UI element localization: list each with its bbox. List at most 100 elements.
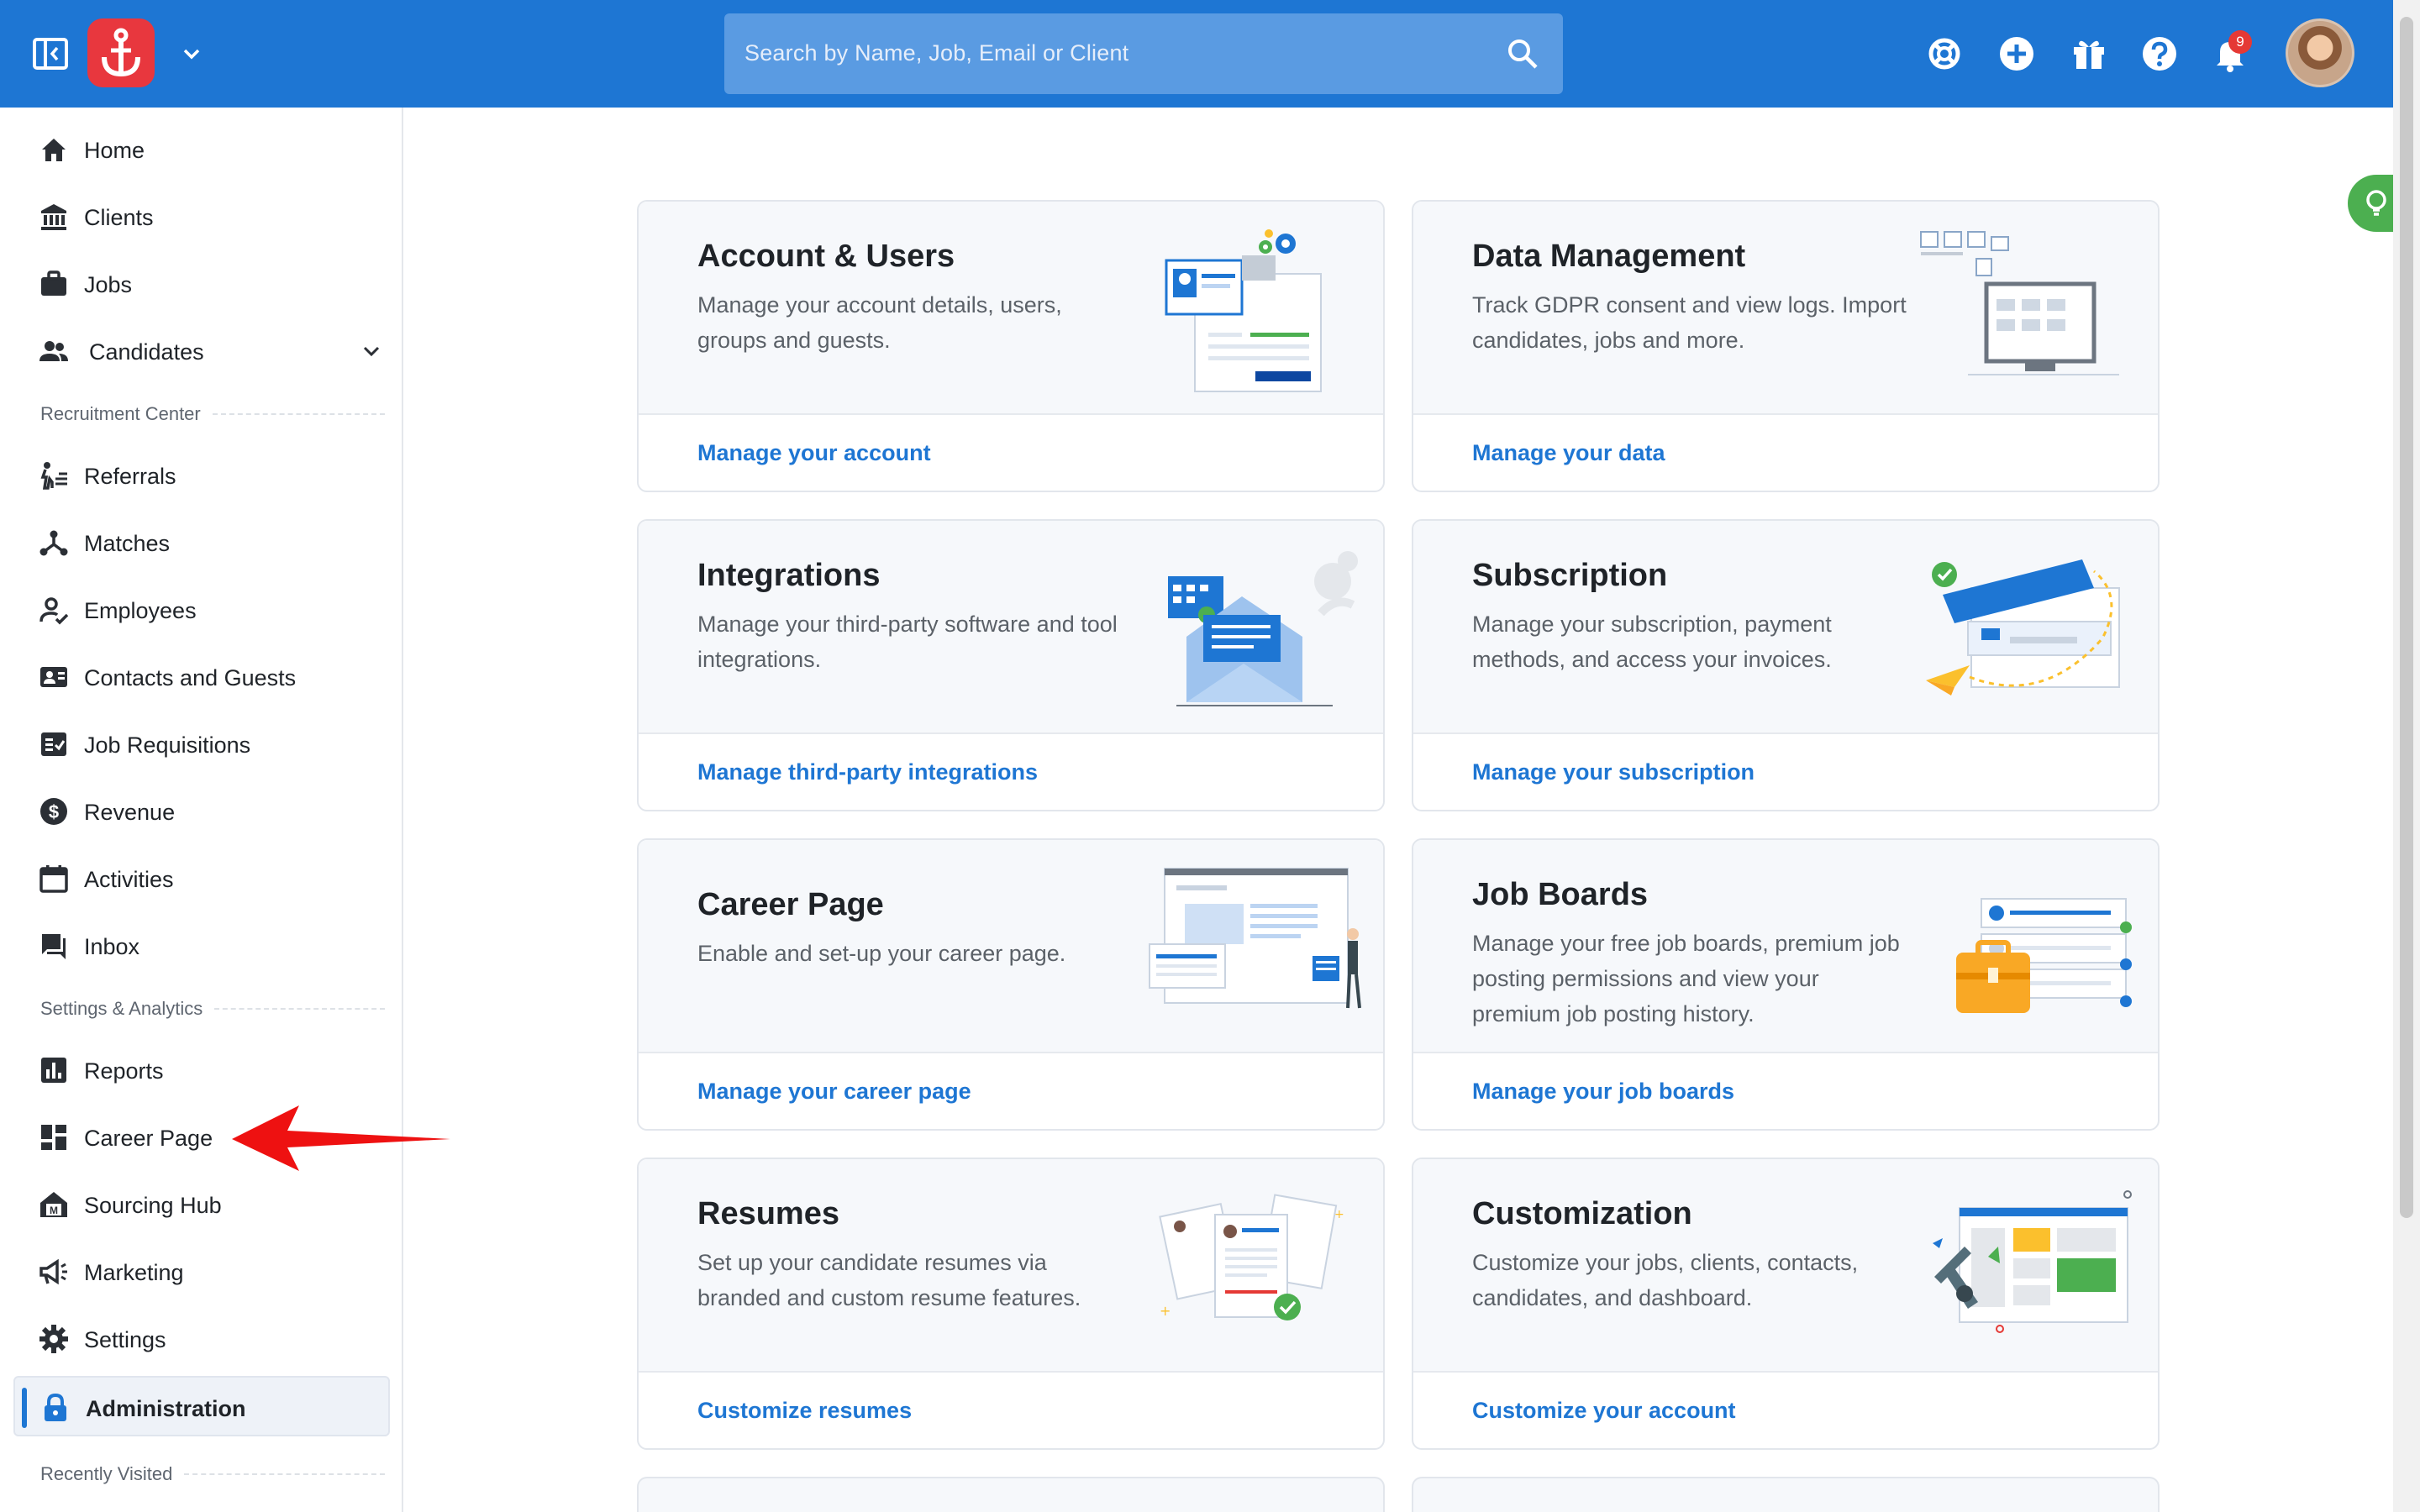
sidebar-item-activities[interactable]: Activities — [13, 848, 390, 909]
dollar-icon: $ — [40, 798, 67, 825]
sidebar-item-jobs[interactable]: Jobs — [13, 254, 390, 314]
manage-data-link[interactable]: Manage your data — [1472, 440, 1665, 466]
card-customization: Customization Customize your jobs, clien… — [1412, 1158, 2160, 1450]
search-bar[interactable]: Search by Name, Job, Email or Client — [724, 13, 1563, 94]
search-icon[interactable] — [1506, 37, 1539, 71]
card-title: Customization — [1472, 1196, 1692, 1231]
sidebar-item-label: Referrals — [84, 464, 176, 489]
manage-account-link[interactable]: Manage your account — [697, 440, 931, 466]
sidebar-item-label: Contacts and Guests — [84, 665, 297, 690]
card-description: Customize your jobs, clients, contacts, … — [1472, 1250, 1859, 1310]
sidebar-item-job-requisitions[interactable]: Job Requisitions — [13, 714, 390, 774]
sidebar-item-sourcing-hub[interactable]: M Sourcing Hub — [13, 1174, 390, 1235]
sidebar-item-label: Activities — [84, 867, 174, 892]
svg-text:M: M — [50, 1205, 58, 1216]
calendar-icon — [39, 865, 68, 893]
sidebar-item-label: Settings — [84, 1327, 166, 1352]
svg-text:$: $ — [49, 801, 59, 822]
svg-text:+: + — [1160, 1303, 1171, 1319]
sidebar-item-label: Matches — [84, 531, 171, 556]
card-title: Data Management — [1472, 239, 1746, 274]
card-description: Manage your account details, users, grou… — [697, 292, 1062, 353]
sidebar-item-candidates[interactable]: Candidates — [13, 321, 390, 381]
question-icon[interactable] — [2139, 34, 2180, 74]
sidebar-item-settings[interactable]: Settings — [13, 1309, 390, 1369]
sourcing-icon: M — [40, 1192, 67, 1217]
sidebar-item-label: Administration — [86, 1396, 246, 1421]
annotation-arrow — [232, 1105, 450, 1171]
account-users-illustration — [1165, 229, 1322, 392]
home-icon — [42, 139, 66, 161]
sidebar-item-administration[interactable]: Administration — [13, 1376, 390, 1436]
referrals-icon — [40, 462, 67, 490]
sidebar-item-employees[interactable]: Employees — [13, 580, 390, 640]
card-account-users: Account & Users Manage your account deta… — [637, 200, 1385, 492]
sidebar-item-label: Candidates — [89, 339, 204, 365]
sidebar-item-revenue[interactable]: $ Revenue — [13, 781, 390, 842]
sidebar-item-matches[interactable]: Matches — [13, 512, 390, 573]
manage-integrations-link[interactable]: Manage third-party integrations — [697, 759, 1038, 785]
app-logo[interactable] — [87, 18, 155, 87]
card-partial — [637, 1477, 1385, 1512]
sidebar-item-label: Jobs — [84, 272, 133, 297]
gear-icon — [39, 1325, 68, 1353]
customize-account-link[interactable]: Customize your account — [1472, 1398, 1736, 1424]
resumes-illustration: + + — [1159, 1194, 1344, 1320]
card-description: Manage your free job boards, premium job… — [1472, 931, 1900, 1026]
svg-text:+: + — [1334, 1208, 1344, 1221]
megaphone-icon — [39, 1258, 67, 1285]
reports-icon — [41, 1058, 66, 1083]
section-recently-visited: Recently Visited — [40, 1463, 385, 1485]
people-icon — [39, 341, 68, 361]
manage-career-page-link[interactable]: Manage your career page — [697, 1079, 971, 1105]
scrollbar-thumb[interactable] — [2400, 17, 2413, 1218]
chevron-down-icon[interactable] — [178, 40, 205, 67]
card-title: Job Boards — [1472, 877, 1649, 912]
manage-job-boards-link[interactable]: Manage your job boards — [1472, 1079, 1734, 1105]
sidebar-item-label: Reports — [84, 1058, 164, 1084]
chevron-down-icon[interactable] — [358, 338, 385, 365]
card-integrations: Integrations Manage your third-party sof… — [637, 519, 1385, 811]
card-partial — [1412, 1477, 2160, 1512]
sidebar-item-reports[interactable]: Reports — [13, 1040, 390, 1100]
bank-icon — [41, 204, 66, 230]
sidebar-item-marketing[interactable]: Marketing — [13, 1242, 390, 1302]
top-bar: Search by Name, Job, Email or Client 9 — [0, 0, 2393, 108]
sidebar-item-label: Home — [84, 138, 145, 163]
sidebar-item-label: Job Requisitions — [84, 732, 251, 758]
panel-toggle-icon[interactable] — [32, 37, 69, 71]
card-title: Account & Users — [697, 239, 955, 274]
manage-subscription-link[interactable]: Manage your subscription — [1472, 759, 1754, 785]
section-recruitment-center: Recruitment Center — [40, 403, 385, 425]
card-job-boards: Job Boards Manage your free job boards, … — [1412, 838, 2160, 1131]
avatar[interactable] — [2286, 18, 2354, 87]
search-input[interactable]: Search by Name, Job, Email or Client — [744, 40, 1128, 66]
card-description: Manage your subscription, payment method… — [1472, 612, 1832, 672]
card-title: Subscription — [1472, 558, 1668, 593]
sidebar-item-home[interactable]: Home — [13, 119, 390, 180]
card-title: Resumes — [697, 1196, 839, 1231]
notification-badge: 9 — [2228, 30, 2252, 54]
dashboard-icon — [41, 1125, 66, 1150]
data-management-illustration — [1920, 231, 2119, 375]
sidebar-item-clients[interactable]: Clients — [13, 186, 390, 247]
employee-icon — [39, 597, 69, 625]
card-career-page: Career Page Enable and set-up your caree… — [637, 838, 1385, 1131]
lock-icon — [45, 1393, 66, 1421]
subscription-illustration — [1926, 559, 2120, 696]
sidebar-item-inbox[interactable]: Inbox — [13, 916, 390, 976]
sidebar-item-contacts-and-guests[interactable]: Contacts and Guests — [13, 647, 390, 707]
card-description: Manage your third-party software and too… — [697, 612, 1118, 672]
inbox-icon — [42, 934, 66, 959]
matches-icon — [39, 530, 68, 556]
help-center-icon[interactable] — [1924, 34, 1965, 74]
customization-illustration — [1933, 1190, 2132, 1333]
customize-resumes-link[interactable]: Customize resumes — [697, 1398, 912, 1424]
sidebar-item-referrals[interactable]: Referrals — [13, 445, 390, 506]
requisition-icon — [41, 732, 66, 756]
job-boards-illustration — [1956, 898, 2132, 1013]
plus-icon[interactable] — [1996, 34, 2037, 74]
sidebar-item-label: Employees — [84, 598, 197, 623]
tips-tab[interactable] — [2348, 175, 2400, 232]
gift-icon[interactable] — [2069, 34, 2109, 74]
